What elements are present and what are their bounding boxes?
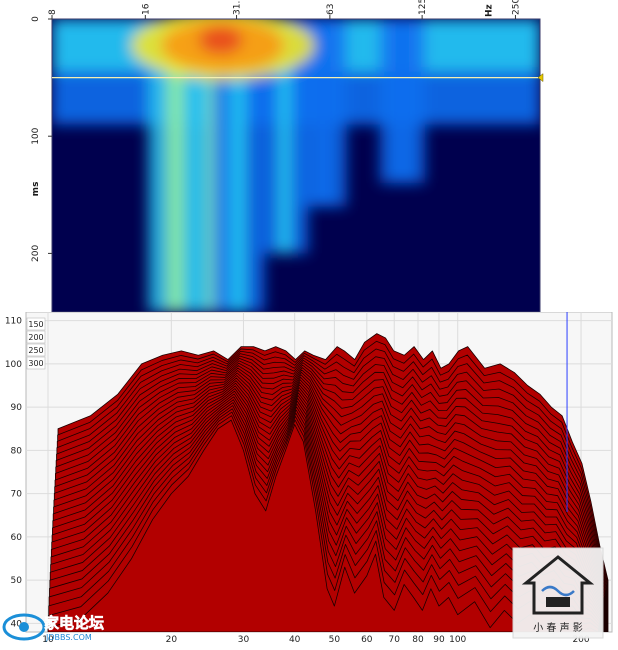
x-tick-label: 125	[418, 0, 428, 15]
y-tick-label: 100	[31, 127, 41, 144]
energy-ridge	[316, 19, 331, 207]
y-tick-label: 70	[11, 490, 23, 500]
x-tick-label: 30	[238, 635, 250, 645]
x-tick-label: 50	[329, 635, 341, 645]
y-tick-label: 200	[31, 245, 41, 262]
hot-region-core	[198, 26, 243, 55]
logo-dot-icon	[19, 622, 29, 632]
y-tick-label: 50	[11, 576, 23, 586]
logo-subtext: JDBBS.COM	[45, 633, 92, 642]
x-tick-label: 40	[289, 635, 301, 645]
speaker-icon	[546, 597, 570, 607]
x-tick-label: 31.5	[233, 0, 243, 15]
y-tick-label: 90	[11, 403, 23, 413]
spectrogram-x-unit: Hz	[485, 4, 495, 17]
x-tick-label: 90	[433, 635, 445, 645]
y-tick-label: 100	[5, 360, 22, 370]
depth-label: 300	[28, 359, 43, 368]
y-tick-label: 110	[5, 317, 22, 327]
x-tick-label: 250	[511, 0, 521, 15]
spectrogram-panel: 8 16 31.5 63 125 250 0 100 200 Hz ms	[0, 0, 618, 313]
depth-label: 150	[28, 320, 43, 329]
x-tick-label: 70	[389, 635, 401, 645]
logo-text: 家电论坛	[44, 614, 104, 632]
depth-label: 250	[28, 346, 43, 355]
x-tick-label: 8	[48, 9, 58, 15]
y-tick-label: 0	[31, 16, 41, 22]
y-tick-label: 60	[11, 533, 23, 543]
forum-logo-watermark: 家电论坛 JDBBS.COM	[2, 610, 132, 644]
spectrogram-y-unit: ms	[31, 182, 41, 197]
x-tick-label: 80	[412, 635, 424, 645]
depth-label: 200	[28, 333, 43, 342]
studio-seal-watermark: 小 春 声 影	[512, 547, 604, 639]
x-tick-label: 100	[449, 635, 466, 645]
x-tick-label: 16	[141, 3, 151, 15]
spectrogram-plot-area	[52, 19, 540, 312]
y-tick-label: 80	[11, 446, 23, 456]
seal-text: 小 春 声 影	[533, 621, 583, 634]
x-tick-label: 20	[166, 635, 178, 645]
x-tick-label: 63	[326, 4, 336, 15]
energy-ridge	[395, 19, 410, 184]
x-tick-label: 60	[361, 635, 373, 645]
spectrogram-chart: 8 16 31.5 63 125 250 0 100 200 Hz ms	[0, 0, 618, 313]
